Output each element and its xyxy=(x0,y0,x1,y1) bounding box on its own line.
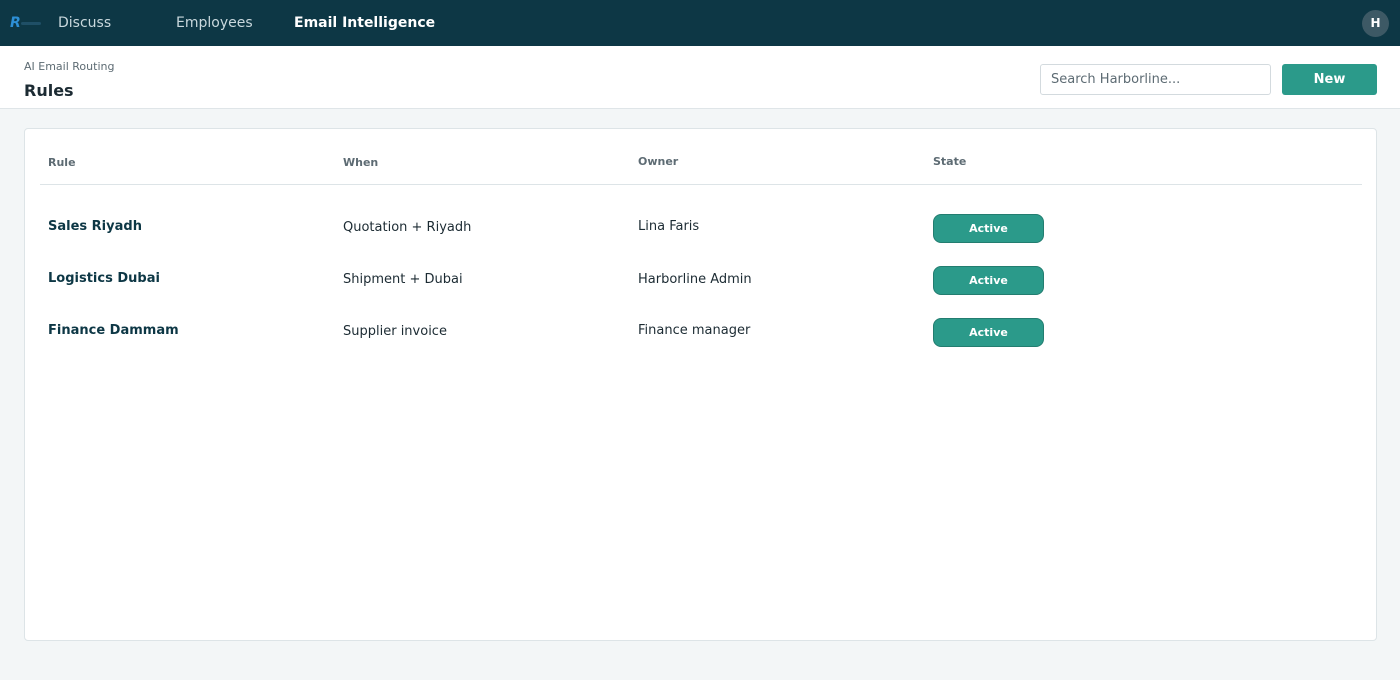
nav-item-discuss[interactable]: Discuss xyxy=(58,15,111,31)
rule-condition: Shipment + Dubai xyxy=(343,272,463,287)
rule-owner: Lina Faris xyxy=(638,219,700,234)
app-logo-icon[interactable]: R xyxy=(10,13,44,33)
table-row[interactable]: Sales Riyadh Quotation + Riyadh Lina Far… xyxy=(40,209,1362,249)
nav-item-employees[interactable]: Employees xyxy=(176,15,253,31)
table-header: Rule When Owner State xyxy=(40,129,1362,185)
status-badge: Active xyxy=(933,214,1044,243)
column-header-when[interactable]: When xyxy=(343,156,378,169)
search-input[interactable] xyxy=(1040,64,1271,95)
rule-name: Logistics Dubai xyxy=(48,271,160,286)
new-button[interactable]: New xyxy=(1282,64,1377,95)
table-row[interactable]: Finance Dammam Supplier invoice Finance … xyxy=(40,313,1362,353)
column-header-owner[interactable]: Owner xyxy=(638,155,678,168)
rule-condition: Quotation + Riyadh xyxy=(343,220,472,235)
column-header-state[interactable]: State xyxy=(933,155,966,168)
control-panel: AI Email Routing Rules New xyxy=(0,46,1400,109)
status-badge: Active xyxy=(933,266,1044,295)
rules-list-card: Rule When Owner State Sales Riyadh Quota… xyxy=(24,128,1377,641)
column-header-rule[interactable]: Rule xyxy=(48,156,76,169)
rule-condition: Supplier invoice xyxy=(343,324,447,339)
status-badge: Active xyxy=(933,318,1044,347)
rule-owner: Harborline Admin xyxy=(638,272,752,287)
svg-text:R: R xyxy=(10,15,21,31)
rule-name: Finance Dammam xyxy=(48,323,179,338)
rule-name: Sales Riyadh xyxy=(48,219,142,234)
rule-owner: Finance manager xyxy=(638,323,751,338)
page-title: Rules xyxy=(24,81,74,100)
nav-item-email-intelligence[interactable]: Email Intelligence xyxy=(294,15,435,31)
top-navbar: R Discuss Employees Email Intelligence H xyxy=(0,0,1400,46)
table-row[interactable]: Logistics Dubai Shipment + Dubai Harborl… xyxy=(40,261,1362,301)
breadcrumb[interactable]: AI Email Routing xyxy=(24,60,114,73)
user-avatar[interactable]: H xyxy=(1362,10,1389,37)
